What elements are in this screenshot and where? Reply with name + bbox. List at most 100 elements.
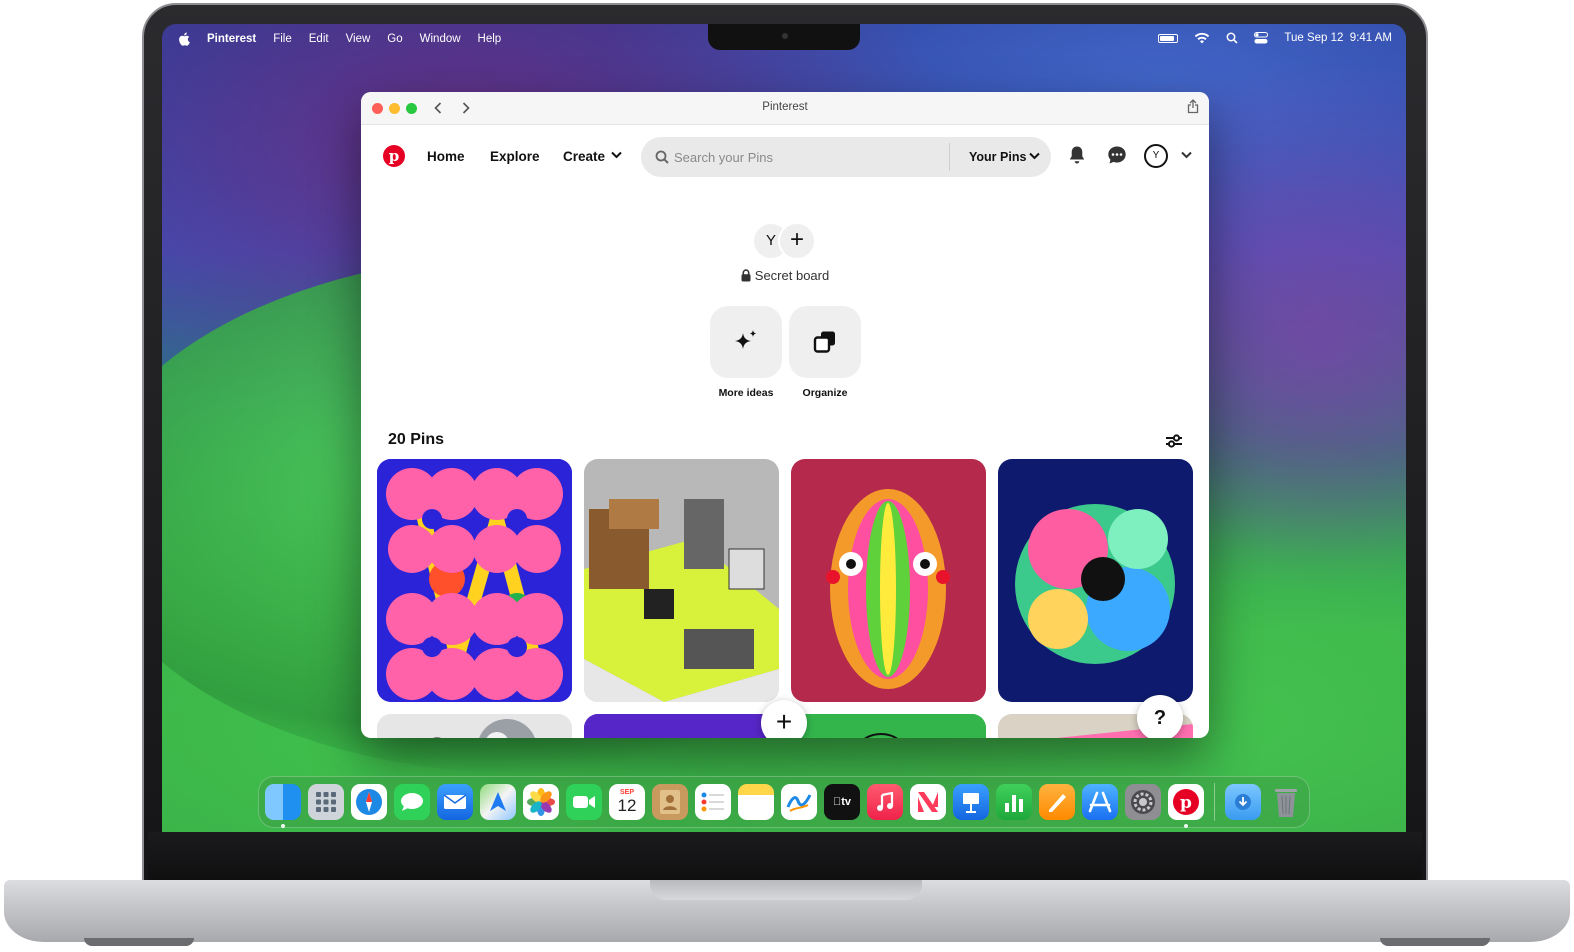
pin-image bbox=[584, 714, 779, 738]
pages-icon[interactable] bbox=[1039, 784, 1075, 820]
pin-card[interactable] bbox=[377, 714, 572, 738]
secret-board-label: Secret board bbox=[754, 268, 830, 283]
sparkle-icon bbox=[735, 330, 757, 349]
window-title: Pinterest bbox=[762, 101, 808, 113]
board-visibility: Secret board bbox=[361, 268, 1209, 283]
menu-help[interactable]: Help bbox=[478, 33, 502, 45]
safari-icon[interactable] bbox=[351, 784, 387, 820]
menu-window[interactable]: Window bbox=[420, 33, 461, 45]
apple-icon[interactable] bbox=[178, 32, 190, 46]
pins-count: 20 Pins bbox=[388, 431, 445, 448]
menu-datetime[interactable]: Tue Sep 12 9:41 AM bbox=[1284, 32, 1392, 44]
pin-card[interactable] bbox=[377, 459, 572, 702]
pin-image bbox=[377, 714, 572, 738]
search-divider bbox=[949, 143, 950, 171]
pinterest-window: Pinterest p Home Explore Create Your Pin… bbox=[361, 92, 1209, 738]
bell-icon[interactable] bbox=[1068, 145, 1086, 165]
create-pin-button[interactable]: + bbox=[761, 700, 807, 738]
laptop-base-notch bbox=[650, 880, 922, 900]
tv-icon[interactable]: tv bbox=[824, 784, 860, 820]
title-bar: Pinterest bbox=[361, 92, 1209, 125]
pin-card[interactable] bbox=[584, 714, 779, 738]
dock-separator bbox=[1214, 783, 1215, 821]
nav-home[interactable]: Home bbox=[427, 149, 465, 164]
pin-card[interactable] bbox=[998, 459, 1193, 702]
search-input[interactable] bbox=[674, 147, 944, 167]
pinterest-header: p Home Explore Create Your Pins bbox=[361, 125, 1209, 189]
calendar-day: 12 bbox=[617, 796, 637, 815]
notes-icon[interactable] bbox=[738, 784, 774, 820]
search-bar: Your Pins bbox=[641, 137, 1051, 177]
filter-icon[interactable] bbox=[1165, 433, 1183, 449]
pin-image bbox=[584, 459, 779, 702]
messages-icon[interactable] bbox=[1107, 145, 1127, 165]
more-ideas-button[interactable]: More ideas bbox=[710, 306, 782, 399]
downloads-folder-icon[interactable] bbox=[1225, 784, 1261, 820]
pin-card[interactable] bbox=[791, 714, 986, 738]
help-button[interactable]: ? bbox=[1137, 695, 1183, 738]
news-icon[interactable] bbox=[910, 784, 946, 820]
facetime-icon[interactable] bbox=[566, 784, 602, 820]
desktop: Pinterest File Edit View Go Window Help bbox=[162, 24, 1406, 832]
keynote-icon[interactable] bbox=[953, 784, 989, 820]
pin-image bbox=[791, 459, 986, 702]
control-center-icon[interactable] bbox=[1254, 32, 1269, 44]
pin-image bbox=[998, 459, 1193, 702]
pin-image bbox=[377, 459, 572, 702]
add-collaborator-button[interactable]: + bbox=[778, 222, 816, 260]
photos-icon[interactable] bbox=[523, 784, 559, 820]
system-settings-icon[interactable] bbox=[1125, 784, 1161, 820]
pin-card[interactable] bbox=[791, 459, 986, 702]
wifi-icon[interactable] bbox=[1194, 32, 1210, 44]
chevron-down-icon[interactable] bbox=[1029, 152, 1040, 160]
more-ideas-label: More ideas bbox=[718, 387, 774, 399]
organize-button[interactable]: Organize bbox=[789, 306, 861, 399]
finder-icon[interactable] bbox=[265, 784, 301, 828]
camera-lens bbox=[782, 33, 788, 39]
dock: SEP 12 tv p bbox=[258, 776, 1310, 828]
pinterest-logo-icon[interactable]: p bbox=[383, 145, 405, 167]
mail-icon[interactable] bbox=[437, 784, 473, 820]
menu-file[interactable]: File bbox=[273, 33, 292, 45]
messages-app-icon[interactable] bbox=[394, 784, 430, 820]
search-scope-select[interactable]: Your Pins bbox=[969, 150, 1026, 164]
pin-image bbox=[791, 714, 986, 738]
share-icon[interactable] bbox=[1187, 99, 1199, 114]
pinterest-dock-icon[interactable]: p bbox=[1168, 784, 1204, 828]
lock-icon bbox=[741, 269, 751, 282]
nav-explore[interactable]: Explore bbox=[490, 149, 540, 164]
reminders-icon[interactable] bbox=[695, 784, 731, 820]
tv-label-text: tv bbox=[837, 796, 851, 808]
maps-icon[interactable] bbox=[480, 784, 516, 820]
menu-go[interactable]: Go bbox=[387, 33, 402, 45]
spotlight-icon[interactable] bbox=[1226, 32, 1238, 44]
laptop-chin bbox=[148, 832, 1422, 882]
contacts-icon[interactable] bbox=[652, 784, 688, 820]
board-collaborators: Y + bbox=[752, 222, 830, 262]
laptop-foot-right bbox=[1380, 938, 1490, 946]
pin-card[interactable] bbox=[584, 459, 779, 702]
calendar-icon[interactable]: SEP 12 bbox=[609, 784, 645, 820]
freeform-icon[interactable] bbox=[781, 784, 817, 820]
organize-icon bbox=[813, 331, 835, 353]
menu-app-name[interactable]: Pinterest bbox=[207, 33, 256, 45]
numbers-icon[interactable] bbox=[996, 784, 1032, 820]
organize-label: Organize bbox=[802, 387, 848, 399]
search-icon bbox=[655, 150, 669, 164]
svg-text:p: p bbox=[1180, 793, 1192, 813]
profile-avatar[interactable]: Y bbox=[1144, 144, 1168, 168]
nav-create[interactable]: Create bbox=[563, 149, 605, 164]
account-chevron-down-icon[interactable] bbox=[1181, 151, 1192, 159]
running-indicator bbox=[281, 824, 285, 828]
laptop-foot-left bbox=[84, 938, 194, 946]
running-indicator bbox=[1184, 824, 1188, 828]
menu-view[interactable]: View bbox=[346, 33, 371, 45]
tv-label:  bbox=[833, 796, 841, 808]
chevron-down-icon[interactable] bbox=[611, 151, 622, 159]
menu-edit[interactable]: Edit bbox=[309, 33, 329, 45]
trash-icon[interactable] bbox=[1268, 784, 1304, 820]
music-icon[interactable] bbox=[867, 784, 903, 820]
app-store-icon[interactable] bbox=[1082, 784, 1118, 820]
launchpad-icon[interactable] bbox=[308, 784, 344, 820]
battery-icon[interactable] bbox=[1158, 33, 1179, 43]
